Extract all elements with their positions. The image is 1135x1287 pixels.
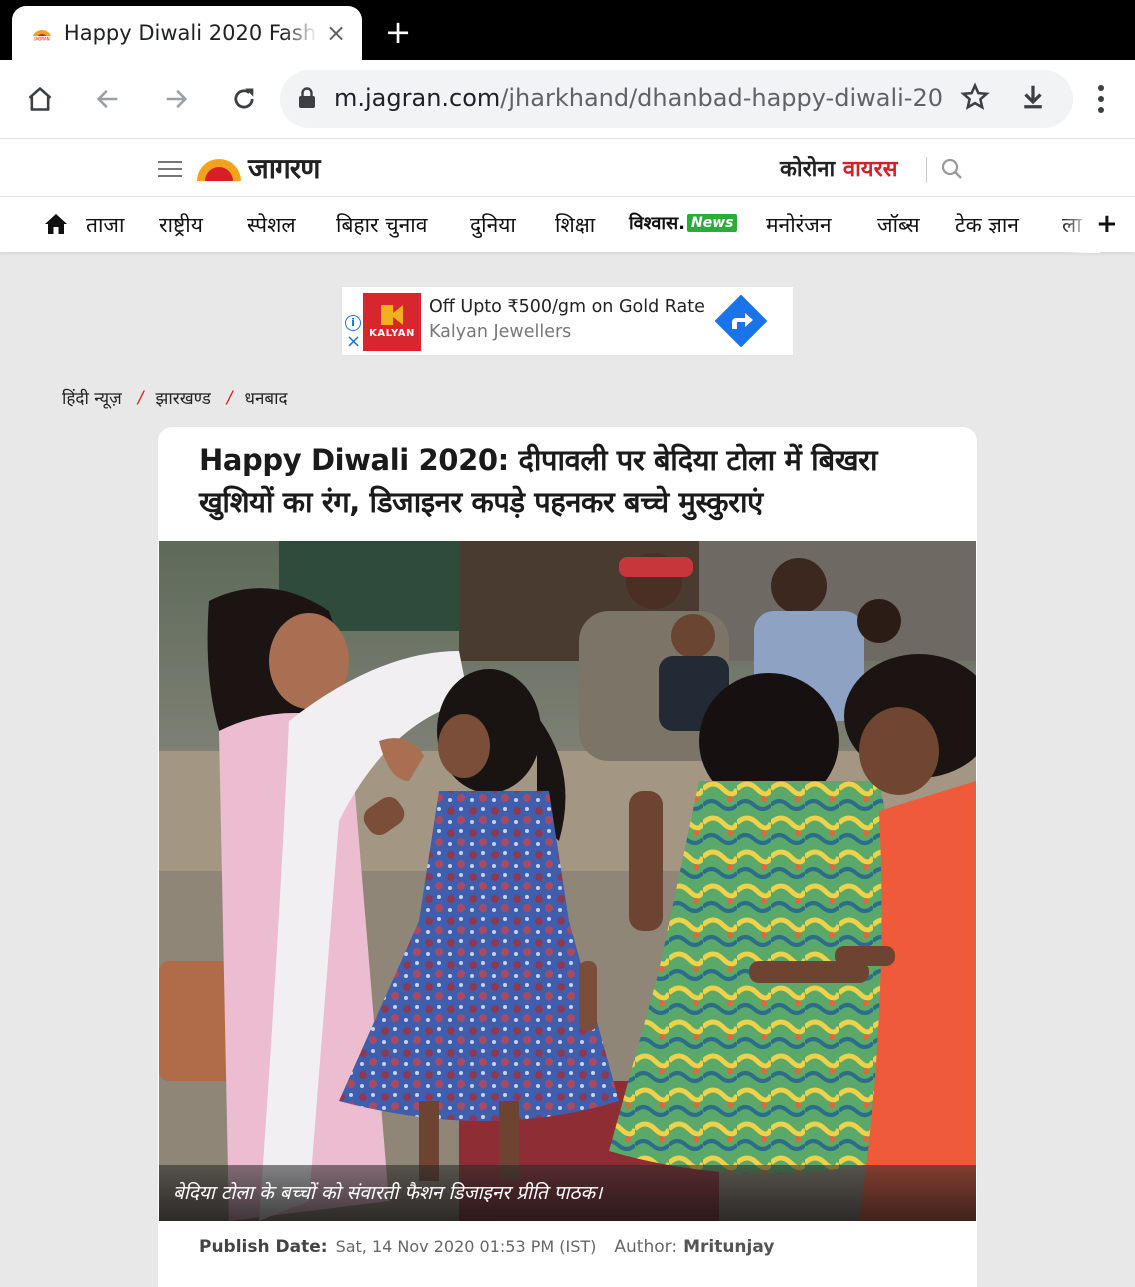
author-label: Author:: [614, 1237, 678, 1257]
browser-tab-strip: JAGRAN Happy Diwali 2020 Fashion Designe…: [0, 0, 1135, 60]
author-name[interactable]: Mritunjay: [683, 1237, 774, 1257]
nav-item-bihar-chunav[interactable]: बिहार चुनाव: [336, 211, 427, 239]
article-photo-illustration: [159, 541, 976, 1221]
article-meta: Publish Date: Sat, 14 Nov 2020 01:53 PM …: [199, 1237, 774, 1257]
nav-more-button[interactable]: +: [1096, 209, 1118, 239]
nav-item-shiksha[interactable]: शिक्षा: [555, 211, 595, 239]
kalyan-logo: KALYAN: [363, 293, 421, 351]
nav-fade: [1060, 197, 1100, 253]
breadcrumb-hindi-news[interactable]: हिंदी न्यूज़: [62, 386, 122, 409]
nav-item-duniya[interactable]: दुनिया: [470, 211, 516, 239]
browser-menu-icon[interactable]: [1086, 79, 1116, 119]
article-headline: Happy Diwali 2020: दीपावली पर बेदिया टोल…: [199, 443, 878, 519]
jagran-favicon-icon: JAGRAN: [30, 22, 54, 44]
nav-item-rashtriya[interactable]: राष्ट्रीय: [159, 211, 203, 239]
back-arrow-icon[interactable]: [88, 79, 128, 119]
category-nav: ताजा राष्ट्रीय स्पेशल बिहार चुनाव दुनिया…: [0, 196, 1135, 253]
new-tab-button[interactable]: +: [382, 14, 414, 50]
breadcrumb-separator: /: [137, 387, 144, 408]
news-badge: News: [687, 214, 738, 232]
breadcrumb-dhanbad[interactable]: धनबाद: [245, 386, 288, 409]
site-header: जागरण कोरोना वायरस: [0, 138, 1135, 196]
photo-caption-bar: बेदिया टोला के बच्चों को संवारती फैशन डि…: [159, 1165, 976, 1221]
lock-icon[interactable]: [298, 87, 316, 113]
home-nav-icon[interactable]: [44, 213, 68, 239]
close-tab-icon[interactable]: ×: [324, 19, 348, 47]
nav-item-tech-gyan[interactable]: टेक ज्ञान: [955, 211, 1019, 239]
jagran-logo[interactable]: जागरण: [196, 151, 320, 185]
corona-virus-link[interactable]: कोरोना वायरस: [780, 153, 897, 183]
nav-item-jobs[interactable]: जॉब्स: [877, 211, 920, 239]
article-card: Happy Diwali 2020: दीपावली पर बेदिया टोल…: [158, 427, 977, 1287]
nav-item-taaza[interactable]: ताजा: [86, 211, 124, 239]
ad-info-icon[interactable]: i: [345, 315, 361, 331]
nav-item-vishwas-news[interactable]: विश्वास. News: [629, 211, 738, 235]
svg-text:JAGRAN: JAGRAN: [33, 37, 49, 42]
header-divider: [926, 157, 927, 183]
hamburger-menu-icon[interactable]: [158, 161, 182, 182]
address-bar[interactable]: m.jagran.com/jharkhand/dhanbad-happy-diw…: [280, 70, 1073, 128]
forward-arrow-icon[interactable]: [156, 79, 196, 119]
breadcrumb-separator: /: [226, 387, 233, 408]
bookmark-star-icon[interactable]: [960, 82, 990, 116]
sun-logo-icon: [197, 159, 241, 181]
search-icon[interactable]: [940, 157, 964, 185]
nav-item-special[interactable]: स्पेशल: [247, 211, 296, 239]
photo-caption: बेदिया टोला के बच्चों को संवारती फैशन डि…: [173, 1182, 603, 1204]
download-icon[interactable]: [1018, 82, 1048, 116]
reload-icon[interactable]: [224, 79, 264, 119]
ad-subtitle: Kalyan Jewellers: [429, 322, 572, 342]
publish-date-label: Publish Date:: [199, 1237, 328, 1257]
breadcrumb: हिंदी न्यूज़ / झारखण्ड / धनबाद: [62, 386, 288, 410]
article-photo[interactable]: बेदिया टोला के बच्चों को संवारती फैशन डि…: [159, 541, 976, 1221]
ad-title: Off Upto ₹500/gm on Gold Rate: [429, 297, 705, 317]
logo-text: जागरण: [248, 152, 320, 185]
home-icon[interactable]: [20, 79, 60, 119]
browser-tab[interactable]: JAGRAN Happy Diwali 2020 Fashion Designe…: [12, 6, 362, 60]
kalyan-k-icon: [381, 305, 403, 325]
browser-toolbar: m.jagran.com/jharkhand/dhanbad-happy-diw…: [0, 60, 1135, 138]
ad-close-icon[interactable]: ×: [346, 333, 361, 351]
publish-date-value: Sat, 14 Nov 2020 01:53 PM (IST): [335, 1237, 597, 1256]
nav-item-manoranjan[interactable]: मनोरंजन: [766, 211, 831, 239]
advertisement-banner[interactable]: i × KALYAN Off Upto ₹500/gm on Gold Rate…: [341, 286, 794, 356]
ad-directions-arrow-icon[interactable]: [715, 295, 767, 347]
tab-title: Happy Diwali 2020 Fashion Designer: [63, 21, 318, 45]
breadcrumb-jharkhand[interactable]: झारखण्ड: [156, 386, 211, 409]
url-text[interactable]: m.jagran.com/jharkhand/dhanbad-happy-diw…: [334, 84, 944, 112]
